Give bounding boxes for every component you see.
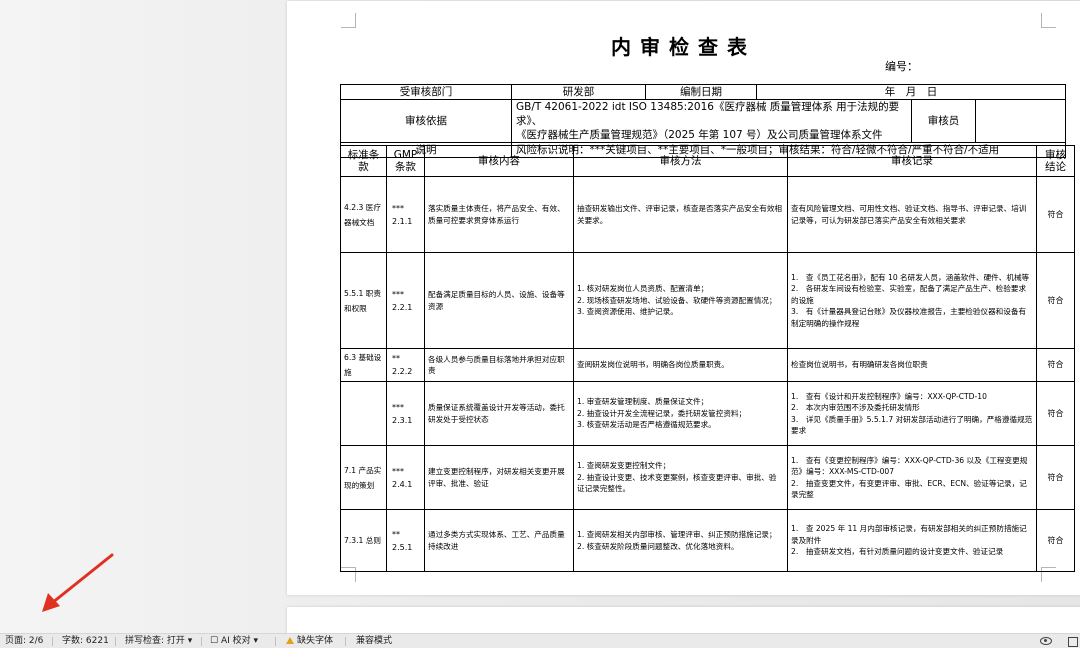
audit-conclusion[interactable]: 符合 — [1036, 509, 1075, 572]
spell-check-toggle[interactable]: 拼写检查: 打开 ▾ — [125, 634, 192, 648]
status-separator — [345, 637, 346, 646]
compatibility-mode[interactable]: 兼容模式 — [356, 634, 392, 648]
audit-record[interactable]: 检查岗位说明书，有明确研发各岗位职责 — [787, 348, 1037, 382]
status-separator — [201, 637, 202, 646]
next-document-page[interactable] — [287, 607, 1080, 633]
auditor-value[interactable] — [975, 99, 1066, 143]
audit-method[interactable]: 查阅研发岗位说明书，明确各岗位质量职责。 — [573, 348, 788, 382]
audit-content[interactable]: 落实质量主体责任，将产品安全、有效、质量可控要求贯穿体系运行 — [424, 176, 574, 253]
dept-label: 受审核部门 — [340, 84, 512, 100]
std-clause[interactable] — [340, 381, 387, 446]
std-clause[interactable]: 5.5.1 职责和权限 — [340, 252, 387, 349]
gmp-clause[interactable]: *** 2.3.1 — [386, 381, 425, 446]
audit-conclusion[interactable]: 符合 — [1036, 176, 1075, 253]
status-separator — [115, 637, 116, 646]
audit-conclusion[interactable]: 符合 — [1036, 381, 1075, 446]
std-clause[interactable]: 7.1 产品实现的策划 — [340, 445, 387, 510]
word-count[interactable]: 字数: 6221 — [62, 634, 109, 648]
audit-conclusion[interactable]: 符合 — [1036, 252, 1075, 349]
audit-content[interactable]: 各级人员参与质量目标落地并承担对应职责 — [424, 348, 574, 382]
basis-line-1: GB/T 42061-2022 idt ISO 13485:2016《医疗器械 … — [516, 101, 900, 127]
col-header-record: 审核记录 — [787, 145, 1037, 177]
audit-record[interactable]: 1. 查《员工花名册》，配有 10 名研发人员，涵盖软件、硬件、机械等 2. 各研… — [787, 252, 1037, 349]
col-header-std: 标准条款 — [340, 145, 387, 177]
audit-checklist-table: 标准条款 GMP 条款 审核内容 审核方法 审核记录 审核 结论 4.2.3 医疗器… — [340, 145, 1075, 572]
page-indicator[interactable]: 页面: 2/6 — [5, 634, 43, 648]
table-row: 4.2.3 医疗器械文档 *** 2.1.1 落实质量主体责任，将产品安全、有效、… — [340, 176, 1075, 253]
audit-record[interactable]: 查有风险管理文档、可用性文档、验证文档、指导书、评审记录、培训记录等，可认为研发… — [787, 176, 1037, 253]
audit-conclusion[interactable]: 符合 — [1036, 348, 1075, 382]
gmp-clause[interactable]: ** 2.2.2 — [386, 348, 425, 382]
audit-record[interactable]: 1. 查 2025 年 11 月内部审核记录，有研发部相关的纠正预防措施记录及附… — [787, 509, 1037, 572]
basis-value[interactable]: GB/T 42061-2022 idt ISO 13485:2016《医疗器械 … — [511, 99, 912, 143]
table-row: 7.1 产品实现的策划 *** 2.4.1 建立变更控制程序，对研发相关变更开展评… — [340, 445, 1075, 510]
ai-proofread-button[interactable]: ☐ AI 校对 ▾ — [210, 634, 258, 648]
status-separator — [275, 637, 276, 646]
ai-proofread-icon: ☐ — [210, 636, 221, 646]
audit-method[interactable]: 1. 审查研发管理制度、质量保证文件； 2. 抽查设计开发全流程记录，委托研发管控… — [573, 381, 788, 446]
col-header-method: 审核方法 — [573, 145, 788, 177]
margin-mark-top-right — [1041, 13, 1056, 28]
audit-method[interactable]: 1. 查阅研发相关内部审核、管理评审、纠正预防措施记录； 2. 核查研发阶段质量问… — [573, 509, 788, 572]
table-row: *** 2.3.1 质量保证系统覆盖设计开发等活动，委托研发处于受控状态 1. 审… — [340, 381, 1075, 446]
missing-fonts-button[interactable]: 缺失字体 — [286, 634, 333, 648]
reading-view-icon[interactable] — [1040, 637, 1052, 645]
date-value[interactable]: 年 月 日 — [756, 84, 1066, 100]
audit-record[interactable]: 1. 查有《变更控制程序》编号：XXX-QP-CTD-36 以及《工程变更规范》… — [787, 445, 1037, 510]
table-header-row: 标准条款 GMP 条款 审核内容 审核方法 审核记录 审核 结论 — [340, 145, 1075, 177]
col-header-conclusion: 审核 结论 — [1036, 145, 1075, 177]
audit-content[interactable]: 通过多类方式实现体系、工艺、产品质量持续改进 — [424, 509, 574, 572]
margin-mark-top-left — [341, 13, 356, 28]
col-header-content: 审核内容 — [424, 145, 574, 177]
audit-record[interactable]: 1. 查有《设计和开发控制程序》编号：XXX-QP-CTD-10 2. 本次内审范… — [787, 381, 1037, 446]
gmp-clause[interactable]: *** 2.2.1 — [386, 252, 425, 349]
table-row: 5.5.1 职责和权限 *** 2.2.1 配备满足质量目标的人员、设施、设备等资… — [340, 252, 1075, 349]
status-bar: 页面: 2/6 字数: 6221 拼写检查: 打开 ▾ ☐ AI 校对 ▾ 缺失… — [0, 633, 1080, 648]
document-title: 内审检查表 — [611, 35, 756, 59]
audit-method[interactable]: 抽查研发输出文件、评审记录，核查是否落实产品安全有效相关要求。 — [573, 176, 788, 253]
audit-content[interactable]: 配备满足质量目标的人员、设施、设备等资源 — [424, 252, 574, 349]
table-row: 7.3.1 总则 ** 2.5.1 通过多类方式实现体系、工艺、产品质量持续改进 … — [340, 509, 1075, 572]
date-label: 编制日期 — [645, 84, 757, 100]
warning-icon — [286, 637, 294, 644]
auditor-label: 审核员 — [911, 99, 976, 143]
document-page[interactable]: 内审检查表 编号： 受审核部门 研发部 编制日期 年 月 日 审核依据 GB/T… — [287, 1, 1080, 595]
audit-content[interactable]: 质量保证系统覆盖设计开发等活动，委托研发处于受控状态 — [424, 381, 574, 446]
col-header-gmp: GMP 条款 — [386, 145, 425, 177]
audit-method[interactable]: 1. 核对研发岗位人员资质、配置清单； 2. 现场核查研发场地、试验设备、软硬件等… — [573, 252, 788, 349]
std-clause[interactable]: 7.3.1 总则 — [340, 509, 387, 572]
std-clause[interactable]: 4.2.3 医疗器械文档 — [340, 176, 387, 253]
dept-value[interactable]: 研发部 — [511, 84, 646, 100]
table-row: 6.3 基础设施 ** 2.2.2 各级人员参与质量目标落地并承担对应职责 查阅研… — [340, 348, 1075, 382]
red-arrow-annotation — [42, 553, 114, 612]
audit-conclusion[interactable]: 符合 — [1036, 445, 1075, 510]
std-clause[interactable]: 6.3 基础设施 — [340, 348, 387, 382]
status-separator — [52, 637, 53, 646]
basis-line-2: 《医疗器械生产质量管理规范》（2025 年第 107 号）及公司质量管理体系文件 — [516, 129, 883, 141]
audit-content[interactable]: 建立变更控制程序，对研发相关变更开展评审、批准、验证 — [424, 445, 574, 510]
gmp-clause[interactable]: *** 2.4.1 — [386, 445, 425, 510]
gmp-clause[interactable]: ** 2.5.1 — [386, 509, 425, 572]
document-number-label: 编号： — [885, 60, 918, 73]
document-workspace[interactable]: 内审检查表 编号： 受审核部门 研发部 编制日期 年 月 日 审核依据 GB/T… — [0, 0, 1080, 633]
page-view-icon[interactable] — [1068, 637, 1078, 647]
audit-method[interactable]: 1. 查阅研发变更控制文件； 2. 抽查设计变更、技术变更案例，核查变更评审、审批… — [573, 445, 788, 510]
basis-label: 审核依据 — [340, 99, 512, 143]
gmp-clause[interactable]: *** 2.1.1 — [386, 176, 425, 253]
